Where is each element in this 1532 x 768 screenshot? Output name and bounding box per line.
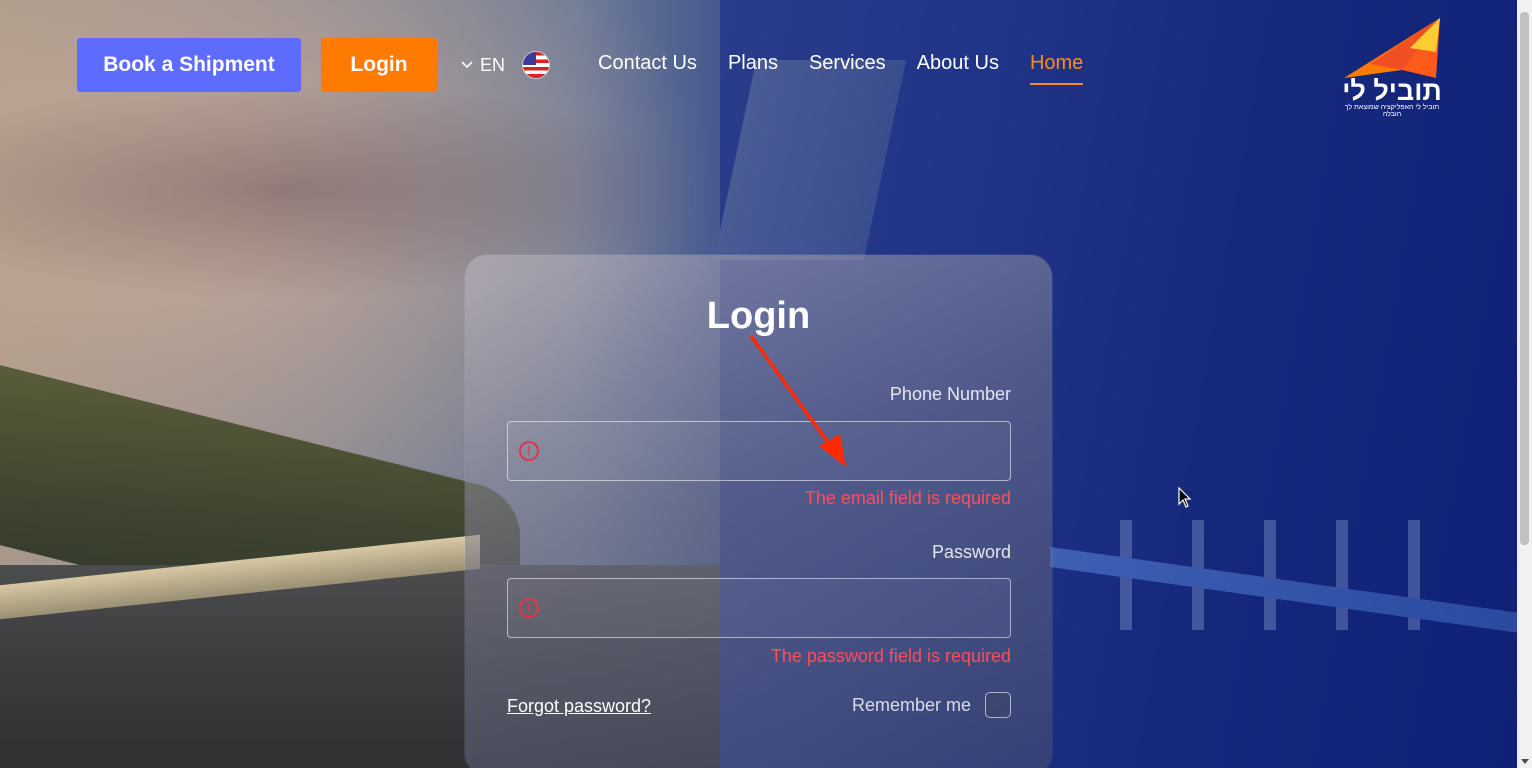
nav-plans[interactable]: Plans — [728, 52, 778, 85]
password-error-message: The password field is required — [770, 646, 1011, 666]
language-code: EN — [480, 54, 506, 75]
chevron-down-icon — [460, 58, 474, 72]
login-button[interactable]: Login — [321, 38, 437, 92]
book-shipment-button[interactable]: Book a Shipment — [77, 38, 301, 92]
phone-number-label: Phone Number — [889, 384, 1011, 404]
remember-me[interactable]: Remember me — [852, 692, 1011, 718]
logo-mark-icon — [1344, 18, 1440, 78]
phone-error-message: The email field is required — [804, 488, 1011, 508]
phone-number-input[interactable]: ! — [507, 421, 1011, 481]
nav-about-us[interactable]: About Us — [917, 52, 999, 85]
us-flag-icon — [523, 52, 550, 78]
login-card: Login Phone Number ! The email field is … — [465, 255, 1052, 768]
scrollbar-thumb[interactable] — [1520, 12, 1529, 545]
remember-me-checkbox[interactable] — [985, 692, 1011, 718]
nav-contact-us[interactable]: Contact Us — [598, 52, 697, 85]
nav-services[interactable]: Services — [809, 52, 886, 85]
nav-home[interactable]: Home — [1029, 52, 1084, 85]
scroll-down-arrow-icon[interactable] — [1521, 759, 1529, 764]
mouse-cursor-icon — [1178, 487, 1192, 508]
forgot-password-link[interactable]: Forgot password? — [507, 696, 651, 717]
remember-me-label: Remember me — [851, 694, 971, 715]
password-label: Password — [931, 542, 1011, 562]
login-title: Login — [706, 295, 811, 337]
site-logo[interactable]: תוביל לי תוביל לי האפליקציה שמוצאת לך הו… — [1340, 18, 1444, 118]
error-circle-icon: ! — [519, 598, 539, 618]
password-input[interactable]: ! — [507, 578, 1011, 638]
error-circle-icon: ! — [519, 441, 539, 461]
logo-tagline: תוביל לי האפליקציה שמוצאת לך הובלה — [1344, 104, 1440, 118]
main-navigation: Contact Us Plans Services About Us Home — [598, 52, 1114, 85]
page-scrollbar[interactable] — [1517, 0, 1532, 768]
language-selector[interactable]: EN — [460, 50, 550, 80]
logo-name: תוביל לי — [1342, 76, 1442, 106]
